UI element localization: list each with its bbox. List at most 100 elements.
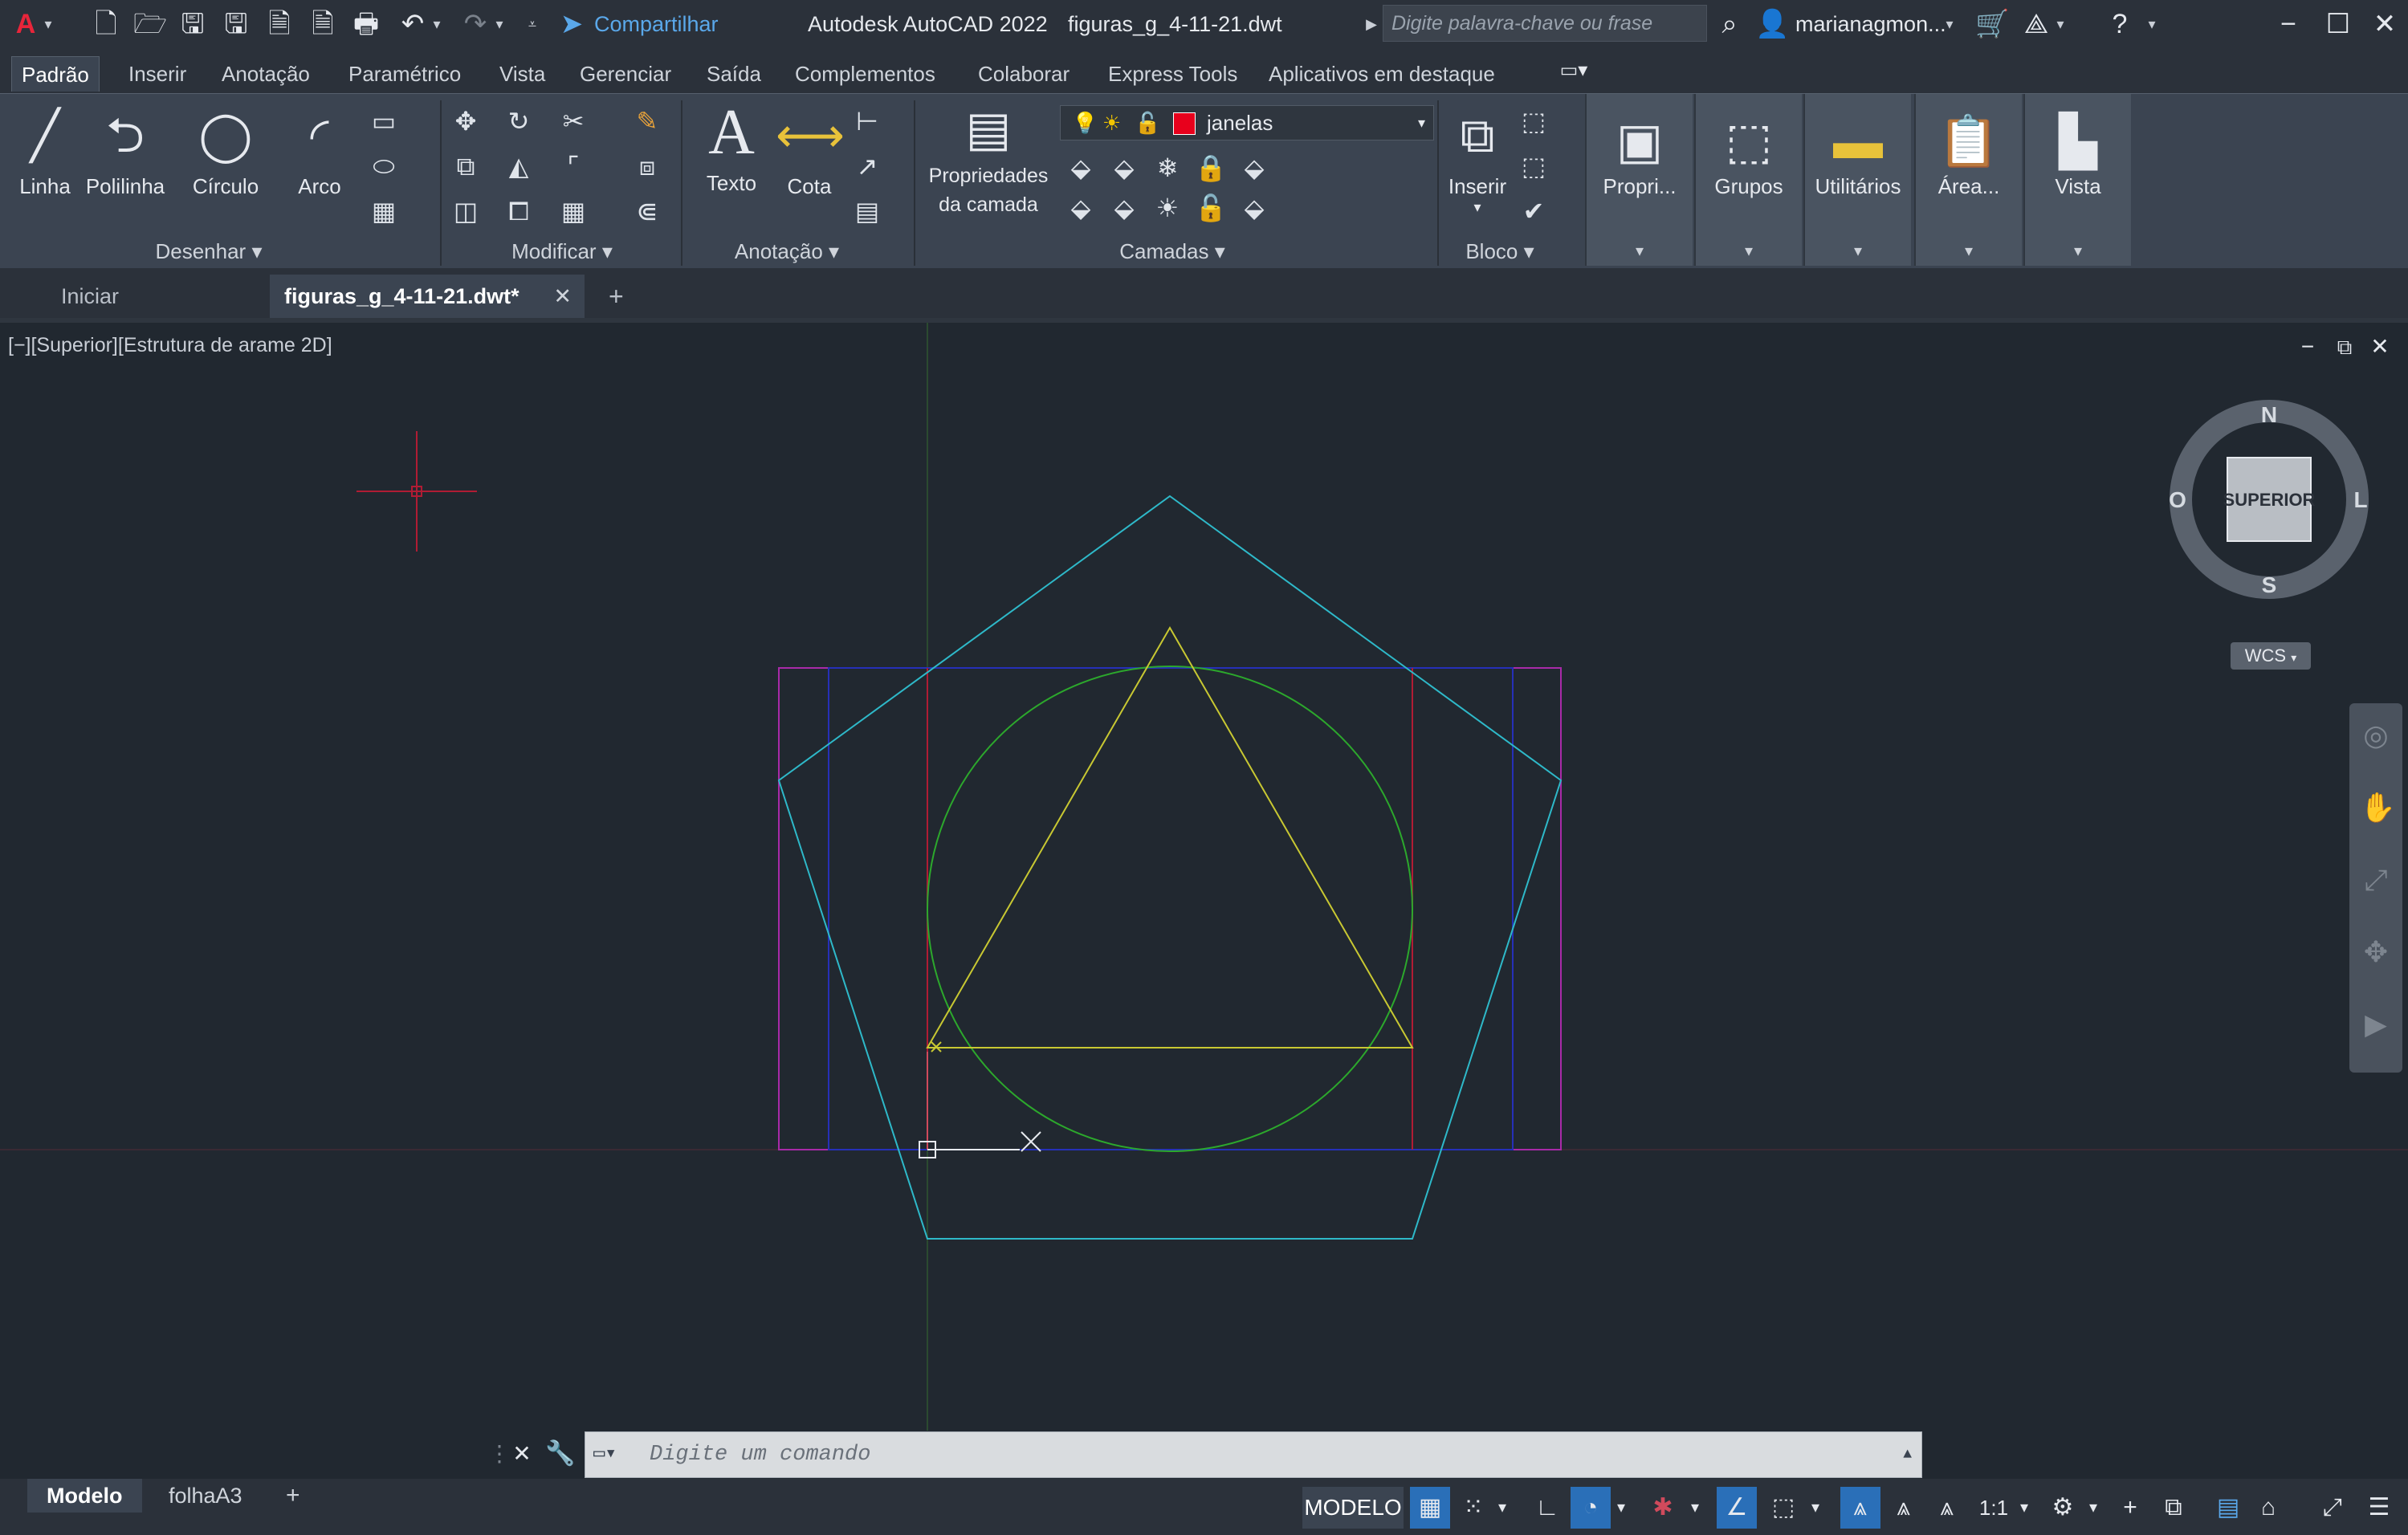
model-space-button[interactable]: MODELO	[1302, 1487, 1404, 1529]
scale-dropdown-icon[interactable]: ▾	[2012, 1487, 2036, 1529]
annotation-monitor-plus-icon[interactable]: +	[2110, 1487, 2150, 1529]
share-icon[interactable]: ➤	[556, 8, 588, 40]
command-input[interactable]: ▭▾ Digite um comando ▲	[585, 1431, 1922, 1478]
undo-icon[interactable]: ↶	[397, 8, 429, 40]
clean-screen-icon[interactable]: ⤢	[2312, 1487, 2353, 1529]
scale-icon[interactable]: ⧠	[503, 195, 535, 227]
gradient-icon[interactable]: ▦	[368, 195, 400, 227]
circle-tool-button[interactable]: ◯ Círculo	[181, 97, 270, 199]
compass-east-label[interactable]: L	[2353, 487, 2367, 512]
close-tab-icon[interactable]: ✕	[553, 275, 572, 318]
new-file-icon[interactable]: 🗋	[90, 8, 122, 40]
layer-freeze-icon[interactable]: ❄	[1151, 152, 1184, 184]
move-icon[interactable]: ✥	[450, 105, 482, 137]
redo-dropdown-icon[interactable]: ▾	[491, 8, 507, 40]
command-history-chevron-icon[interactable]: ▲	[1903, 1432, 1912, 1477]
workspace-gear-icon[interactable]: ⚙	[2043, 1487, 2083, 1529]
text-tool-button[interactable]: A Texto	[695, 94, 768, 196]
insert-block-button[interactable]: ⧉ Inserir ▾	[1445, 97, 1510, 216]
stretch-icon[interactable]: ◫	[450, 195, 482, 227]
help-icon[interactable]: ?	[2104, 8, 2136, 40]
osnap-dropdown-icon[interactable]: ▾	[1803, 1487, 1827, 1529]
layer-unlock-icon[interactable]: 🔓	[1135, 106, 1160, 140]
save-to-web-icon[interactable]: 🗎	[307, 8, 339, 40]
view-panel-button[interactable]: ▙ Vista ▾	[2023, 94, 2131, 266]
tab-padrao[interactable]: Padrão	[11, 56, 100, 92]
autocad-logo-icon[interactable]: A	[10, 8, 42, 40]
hatch-icon[interactable]: ⬭	[368, 150, 400, 182]
window-minimize-icon[interactable]: −	[2272, 8, 2304, 40]
compass-south-label[interactable]: S	[2262, 572, 2277, 597]
explode-icon[interactable]: ⧈	[631, 150, 663, 182]
zoom-extents-icon[interactable]: ⤢	[2360, 864, 2392, 896]
layout-tab-folhaa3[interactable]: folhaA3	[149, 1479, 262, 1513]
ortho-icon[interactable]: ∟	[1527, 1487, 1567, 1529]
share-button[interactable]: Compartilhar	[594, 0, 719, 48]
customization-menu-icon[interactable]: ☰	[2359, 1487, 2399, 1529]
object-snap-icon[interactable]: ⬚	[1763, 1487, 1803, 1529]
draw-panel-title[interactable]: Desenhar ▾	[120, 235, 297, 267]
user-icon[interactable]: 👤	[1755, 8, 1789, 40]
tab-parametrico[interactable]: Paramétrico	[339, 56, 471, 92]
drawing-canvas[interactable]	[0, 323, 2408, 1431]
layer-unlock-all-icon[interactable]: 🔓	[1195, 192, 1227, 224]
viewcube[interactable]: SUPERIOR N S L O	[2165, 395, 2373, 620]
save-as-icon[interactable]: 🖫	[220, 8, 252, 40]
wcs-menu[interactable]: WCS ▾	[2231, 642, 2311, 670]
customize-wrench-icon[interactable]: 🔧	[544, 1438, 577, 1470]
showmotion-icon[interactable]: ▶	[2360, 1008, 2392, 1040]
make-current-icon[interactable]: ⬙	[1065, 192, 1097, 224]
tab-active-file[interactable]: figuras_g_4-11-21.dwt* ✕	[270, 275, 585, 318]
isodraft-dropdown-icon[interactable]: ▾	[1683, 1487, 1707, 1529]
user-dropdown-icon[interactable]: ▾	[1941, 8, 1958, 40]
object-snap-tracking-icon[interactable]: ∠	[1717, 1487, 1757, 1529]
tab-complementos[interactable]: Complementos	[785, 56, 945, 92]
annotation-scale-value[interactable]: 1:1	[1969, 1487, 2019, 1529]
print-icon[interactable]: 🖶	[350, 8, 382, 40]
new-tab-plus-icon[interactable]: +	[594, 275, 638, 318]
linear-dimension-icon[interactable]: ⊢	[851, 105, 883, 137]
pan-hand-icon[interactable]: ✋	[2360, 792, 2396, 824]
offset-icon[interactable]: ⋐	[631, 195, 663, 227]
layer-on-icon[interactable]: 💡	[1072, 106, 1098, 140]
layer-thaw-icon[interactable]: ☀	[1102, 106, 1121, 140]
layer-dropdown-chevron-icon[interactable]: ▾	[1418, 106, 1425, 140]
annotation-visibility-icon[interactable]: ⩓	[1840, 1487, 1880, 1529]
snap-icon[interactable]: ⁙	[1453, 1487, 1493, 1529]
ribbon-minimize-icon[interactable]: ▭▾	[1550, 55, 1598, 87]
grid-icon[interactable]: ▦	[1410, 1487, 1450, 1529]
compass-north-label[interactable]: N	[2261, 402, 2277, 427]
tab-anotacao[interactable]: Anotação	[212, 56, 320, 92]
tab-inserir[interactable]: Inserir	[119, 56, 196, 92]
dimension-tool-button[interactable]: ⟷ Cota	[776, 97, 845, 199]
groups-panel-button[interactable]: ⬚ Grupos ▾	[1694, 94, 1802, 266]
store-cart-icon[interactable]: 🛒	[1975, 8, 2009, 40]
layer-isolate-icon[interactable]: ⬙	[1108, 152, 1140, 184]
viewcube-face-label[interactable]: SUPERIOR	[2223, 490, 2316, 510]
table-icon[interactable]: ▤	[851, 195, 883, 227]
layer-lock-icon[interactable]: 🔒	[1195, 152, 1227, 184]
edit-attributes-icon[interactable]: ✔	[1518, 195, 1550, 227]
layer-merge-icon[interactable]: ⬙	[1238, 192, 1270, 224]
properties-panel-button[interactable]: ▣ Propri... ▾	[1585, 94, 1693, 266]
layer-color-swatch[interactable]	[1173, 112, 1196, 135]
rectangle-icon[interactable]: ▭	[368, 105, 400, 137]
customize-quick-access-icon[interactable]: ⩡	[520, 8, 544, 40]
isodraft-icon[interactable]: ✱	[1643, 1487, 1683, 1529]
new-layout-plus-icon[interactable]: +	[267, 1479, 320, 1513]
tab-colaborar[interactable]: Colaborar	[968, 56, 1079, 92]
workspace-dropdown-icon[interactable]: ▾	[2081, 1487, 2105, 1529]
units-icon[interactable]: ⧉	[2153, 1487, 2194, 1529]
a360-dropdown-icon[interactable]: ▾	[2052, 8, 2068, 40]
polar-tracking-icon[interactable]: ◔	[1571, 1487, 1611, 1529]
autodesk-a360-icon[interactable]: ⟁	[2020, 8, 2052, 40]
steering-wheel-icon[interactable]: ◎	[2360, 719, 2392, 751]
help-dropdown-icon[interactable]: ▾	[2144, 8, 2160, 40]
open-from-web-icon[interactable]: 🗎	[263, 8, 295, 40]
create-block-icon[interactable]: ⬚	[1518, 105, 1550, 137]
trim-icon[interactable]: ✂	[557, 105, 589, 137]
compass-west-label[interactable]: O	[2169, 487, 2186, 512]
mirror-icon[interactable]: ◭	[503, 150, 535, 182]
layers-panel-title[interactable]: Camadas ▾	[1108, 235, 1237, 267]
leader-icon[interactable]: ↗	[851, 150, 883, 182]
